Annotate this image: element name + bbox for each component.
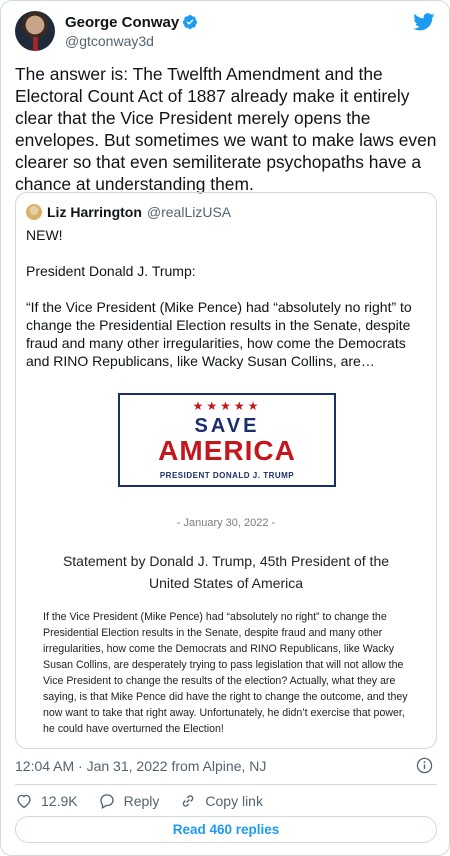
action-bar: 12.9K Reply Copy link [15,791,283,811]
reply-button[interactable]: Reply [98,792,160,810]
like-count: 12.9K [41,793,78,809]
read-replies-button[interactable]: Read 460 replies [15,816,437,843]
copy-link-label: Copy link [205,793,263,809]
author-names: George Conway @gtconway3d [65,14,198,49]
logo-america: AMERICA [158,435,296,466]
logo-stars: ★★★★★ [192,399,262,413]
statement-date: - January 30, 2022 - [176,517,276,529]
verified-badge-icon [183,15,198,30]
author-handle[interactable]: @gtconway3d [65,33,198,49]
tweet-text: The answer is: The Twelfth Amendment and… [15,64,437,194]
name-row: George Conway [65,14,198,31]
save-america-logo: ★★★★★ SAVE AMERICA PRESIDENT DONALD J. T… [118,393,336,487]
author-display-name[interactable]: George Conway [65,14,179,31]
divider [15,784,437,785]
reply-label: Reply [123,793,160,809]
tweet-timestamp[interactable]: 12:04 AM · Jan 31, 2022 from Alpine, NJ [15,758,266,774]
tweet-card: George Conway @gtconway3d The answer is:… [0,0,450,856]
twitter-bird-icon[interactable] [413,13,435,31]
statement-image[interactable]: ★★★★★ SAVE AMERICA PRESIDENT DONALD J. T… [16,365,436,745]
quoted-author[interactable]: Liz Harrington @realLizUSA [26,204,231,220]
statement-body: If the Vice President (Mike Pence) had “… [43,611,408,735]
copy-link-button[interactable]: Copy link [179,792,263,810]
tweet-author[interactable]: George Conway @gtconway3d [15,11,198,51]
quoted-text: NEW! President Donald J. Trump: “If the … [26,227,412,369]
quoted-avatar[interactable] [26,204,42,220]
like-button[interactable]: 12.9K [15,792,78,810]
quoted-handle[interactable]: @realLizUSA [147,204,231,220]
avatar[interactable] [15,11,55,51]
speech-bubble-icon [99,794,114,809]
link-icon [183,795,194,807]
info-icon[interactable] [416,757,433,774]
quoted-tweet[interactable]: Liz Harrington @realLizUSA NEW! Presiden… [15,192,437,749]
statement-title: Statement by Donald J. Trump, 45th Presi… [62,553,390,591]
heart-icon [17,794,31,809]
logo-president: PRESIDENT DONALD J. TRUMP [159,471,295,480]
quoted-display-name[interactable]: Liz Harrington [47,204,142,220]
